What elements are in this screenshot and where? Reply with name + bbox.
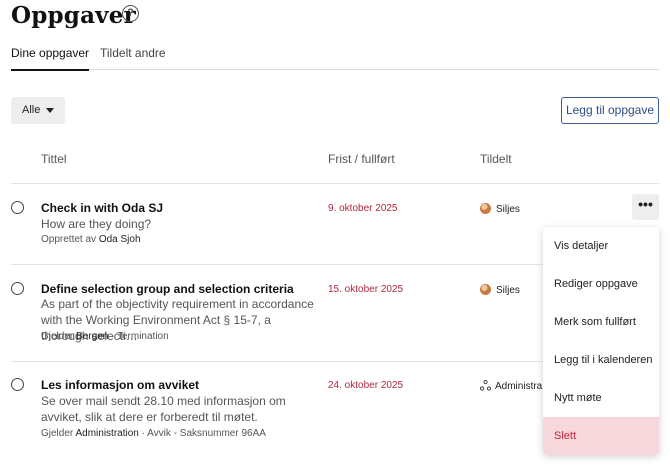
tab-dine-oppgaver[interactable]: Dine oppgaver: [11, 46, 90, 71]
help-icon[interactable]: ?: [122, 5, 139, 22]
task-due-date: 24. oktober 2025: [328, 380, 404, 391]
row-divider: [11, 183, 659, 184]
menu-item-add-to-calendar[interactable]: Legg til i kalenderen: [543, 341, 659, 379]
menu-item-new-meeting[interactable]: Nytt møte: [543, 379, 659, 417]
task-assignee: Siljes: [480, 203, 520, 215]
menu-item-delete[interactable]: Slett: [543, 417, 659, 455]
task-description: How are they doing?: [41, 217, 152, 231]
menu-item-edit-task[interactable]: Rediger oppgave: [543, 265, 659, 303]
task-assignee: Siljes: [480, 284, 520, 296]
avatar: [480, 203, 491, 214]
menu-item-mark-complete[interactable]: Merk som fullført: [543, 303, 659, 341]
task-assignee: Administra: [480, 380, 542, 392]
tab-bar: Dine oppgaver Tildelt andre: [11, 46, 659, 71]
tab-tildelt-andre[interactable]: Tildelt andre: [100, 46, 166, 70]
more-options-button[interactable]: •••: [632, 194, 659, 220]
task-meta: Opprettet av Oda Sjoh: [41, 234, 141, 245]
task-title[interactable]: Check in with Oda SJ: [41, 201, 163, 215]
complete-checkbox[interactable]: [11, 282, 24, 295]
task-context-menu: Vis detaljer Rediger oppgave Merk som fu…: [543, 227, 659, 455]
task-due-date: 9. oktober 2025: [328, 203, 398, 214]
filter-dropdown[interactable]: Alle: [11, 97, 65, 124]
column-header-title: Tittel: [41, 152, 67, 166]
complete-checkbox[interactable]: [11, 201, 24, 214]
task-description: Se over mail sendt 28.10 med informasjon…: [41, 394, 286, 424]
task-meta: Gjelder Administration · Avvik - Saksnum…: [41, 428, 266, 439]
page-title: Oppgaver: [11, 2, 136, 29]
complete-checkbox[interactable]: [11, 378, 24, 391]
add-task-button[interactable]: Legg til oppgave: [561, 97, 659, 124]
menu-item-view-details[interactable]: Vis detaljer: [543, 227, 659, 265]
column-header-assigned: Tildelt: [480, 152, 512, 166]
column-header-due: Frist / fullført: [328, 152, 395, 166]
filter-value: Alle: [22, 104, 41, 116]
task-meta: Gjelder Bergen · Termination: [41, 331, 169, 342]
group-icon: [480, 380, 491, 391]
task-due-date: 15. oktober 2025: [328, 284, 404, 295]
task-title[interactable]: Les informasjon om avviket: [41, 378, 199, 392]
avatar: [480, 284, 491, 295]
caret-down-icon: [46, 108, 54, 113]
task-title[interactable]: Define selection group and selection cri…: [41, 282, 294, 296]
